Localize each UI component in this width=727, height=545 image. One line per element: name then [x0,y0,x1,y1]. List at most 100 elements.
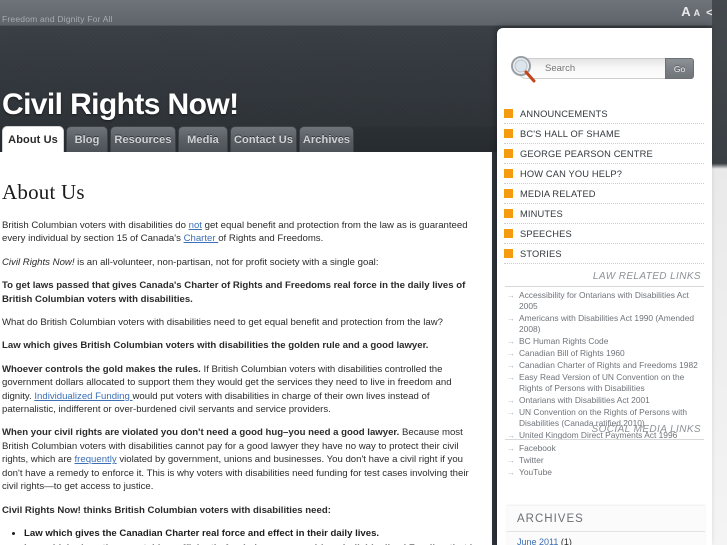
law-link-label: Canadian Charter of Rights and Freedoms … [519,360,698,370]
sidebar-item-stories[interactable]: STORIES [504,244,704,264]
mission-paragraph: Civil Rights Now! is an all-volunteer, n… [2,256,478,269]
arrow-right-icon: → [507,314,515,323]
archives-list: June 2011 (1) May 2011 (4) April 2011 (3… [517,536,572,545]
law-link-item[interactable]: → Canadian Charter of Rights and Freedoms… [507,360,705,371]
tab-archives[interactable]: Archives [299,126,354,152]
archives-divider [507,531,705,532]
archives-widget: ARCHIVES June 2011 (1) May 2011 (4) Apri… [507,506,705,545]
social-link-label: Twitter [519,455,544,465]
gold-rule-lead: Whoever controls the gold makes the rule… [2,363,201,375]
bullet-square-icon [504,189,513,198]
gold-rule-paragraph: Whoever controls the gold makes the rule… [2,363,478,417]
main-content: About Us British Columbian voters with d… [0,152,492,545]
arrow-right-icon: → [507,337,515,346]
sidebar: Go ANNOUNCEMENTS BC'S HALL OF SHAME GEOR… [497,28,712,545]
social-link-label: Facebook [519,443,556,453]
social-links-list: → Facebook → Twitter → YouTube [507,443,705,479]
law-link-item[interactable]: → Easy Read Version of UN Convention on t… [507,372,705,394]
increase-font-size-icon[interactable]: A [681,5,690,18]
arrow-right-icon: → [507,408,515,417]
category-label: BC'S HALL OF SHAME [520,128,621,139]
bullet-square-icon [504,229,513,238]
tab-contact-us[interactable]: Contact Us [230,126,297,152]
site-tagline: Freedom and Dignity For All [2,14,113,24]
tab-blog[interactable]: Blog [66,126,108,152]
arrow-right-icon: → [507,444,515,453]
bullet-square-icon [504,209,513,218]
category-label: SPEECHES [520,228,572,239]
arrow-right-icon: → [507,361,515,370]
law-link-item[interactable]: → Americans with Disabilities Act 1990 (A… [507,313,705,335]
category-label: GEORGE PEARSON CENTRE [520,148,653,159]
arrow-right-icon: → [507,468,515,477]
archive-row: June 2011 (1) [517,536,572,545]
social-link-youtube[interactable]: → YouTube [507,467,705,478]
bullet-square-icon [504,109,513,118]
lawyer-lead: When your civil rights are violated you … [2,427,400,439]
category-label: MINUTES [520,208,563,219]
social-links-divider [505,439,704,440]
arrow-right-icon: → [507,291,515,300]
question-paragraph: What do British Columbian voters with di… [2,317,444,329]
category-label: ANNOUNCEMENTS [520,108,608,119]
tab-media[interactable]: Media [178,126,228,152]
intro-text-c: of Rights and Freedoms. [218,233,324,245]
law-link-item[interactable]: → Accessibility for Ontarians with Disabi… [507,290,705,312]
archive-month-link[interactable]: June 2011 [517,537,558,545]
search-form: Go [517,58,694,79]
tab-about-us[interactable]: About Us [2,126,64,152]
answer-statement: Law which gives British Columbian voters… [2,340,429,352]
intro-paragraph: British Columbian voters with disabiliti… [2,219,478,246]
frequently-link[interactable]: frequently [75,454,117,465]
arrow-right-icon: → [507,349,515,358]
tab-resources[interactable]: Resources [110,126,176,152]
bullet-square-icon [504,249,513,258]
intro-text-a: British Columbian voters with disabiliti… [2,220,189,231]
charter-link[interactable]: Charter [184,233,219,244]
law-link-item[interactable]: → BC Human Rights Code [507,336,705,347]
bullet-square-icon [504,169,513,178]
page-title: About Us [2,180,85,204]
social-link-twitter[interactable]: → Twitter [507,455,705,466]
archive-count: (1) [560,537,572,545]
sidebar-item-bcs-hall-of-shame[interactable]: BC'S HALL OF SHAME [504,124,704,144]
bullet-square-icon [504,129,513,138]
search-go-button[interactable]: Go [665,58,694,79]
law-link-item[interactable]: → Canadian Bill of Rights 1960 [507,348,705,359]
decrease-font-size-icon[interactable]: A [694,9,701,18]
arrow-right-icon: → [507,456,515,465]
sidebar-item-speeches[interactable]: SPEECHES [504,224,704,244]
list-item: Law which gives the Canadian Charter rea… [24,527,478,541]
law-link-label: Canadian Bill of Rights 1960 [519,348,625,358]
mission-text: is an all-volunteer, non-partisan, not f… [74,256,379,268]
law-link-label: Americans with Disabilities Act 1990 (Am… [519,313,695,334]
sidebar-item-minutes[interactable]: MINUTES [504,204,704,224]
law-link-label: Easy Read Version of UN Convention on th… [519,372,685,393]
site-title: Civil Rights Now! [2,88,239,121]
lawyer-paragraph: When your civil rights are violated you … [2,426,478,493]
bullet-square-icon [504,149,513,158]
page-right-edge [712,0,727,545]
law-link-label: Ontarians with Disabilities Act 2001 [519,395,650,405]
goal-statement: To get laws passed that gives Canada's C… [2,280,466,305]
org-name-emphasis: Civil Rights Now! [2,256,75,268]
law-links-list: → Accessibility for Ontarians with Disabi… [507,290,705,442]
arrow-right-icon: → [507,396,515,405]
search-input[interactable] [543,62,658,75]
archives-heading: ARCHIVES [517,513,584,525]
needs-intro: Civil Rights Now! thinks British Columbi… [2,504,331,516]
arrow-right-icon: → [507,373,515,382]
sidebar-item-media-related[interactable]: MEDIA RELATED [504,184,704,204]
sidebar-item-george-pearson-centre[interactable]: GEORGE PEARSON CENTRE [504,144,704,164]
not-link[interactable]: not [189,220,202,231]
category-label: STORIES [520,248,562,259]
sidebar-item-how-can-you-help[interactable]: HOW CAN YOU HELP? [504,164,704,184]
category-label: MEDIA RELATED [520,188,596,199]
search-icon[interactable] [509,55,537,83]
individualized-funding-link[interactable]: Individualized Funding [34,391,132,402]
social-link-facebook[interactable]: → Facebook [507,443,705,454]
law-link-item[interactable]: → Ontarians with Disabilities Act 2001 [507,395,705,406]
law-links-heading: LAW RELATED LINKS [592,271,701,282]
sidebar-item-announcements[interactable]: ANNOUNCEMENTS [504,104,704,124]
social-links-heading: SOCIAL MEDIA LINKS [591,424,701,435]
